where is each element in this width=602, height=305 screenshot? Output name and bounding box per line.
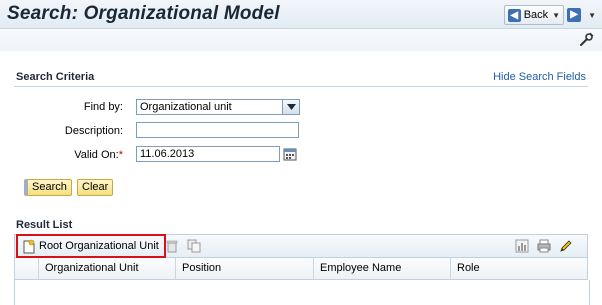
title-bar: Search: Organizational Model ◀ Back ▼ ▶ … [0,0,602,29]
valid-on-field[interactable]: 11.06.2013 [136,146,280,162]
result-list-toolbar: Root Organizational Unit [14,234,588,258]
row-selector-column[interactable] [15,258,38,279]
wrench-icon[interactable] [578,32,594,48]
description-label: Description: [64,125,123,137]
calendar-icon[interactable] [283,147,297,161]
find-by-select[interactable]: Organizational unit [136,99,300,115]
find-by-label: Find by: [83,101,123,113]
print-icon[interactable] [537,239,551,253]
hide-search-fields-link[interactable]: Hide Search Fields [493,71,586,83]
divider [14,86,588,87]
navigation: ◀ Back ▼ ▶ ▼ [503,5,596,25]
chevron-down-icon[interactable]: ▼ [552,11,560,20]
valid-on-label-text: Valid On: [74,149,119,161]
find-by-dropdown-icon[interactable] [282,100,299,114]
personalize-strip [0,29,602,51]
root-organizational-unit-button[interactable]: Root Organizational Unit [16,234,166,258]
required-marker: * [118,149,123,161]
column-header-role[interactable]: Role [450,258,587,279]
valid-on-value: 11.06.2013 [140,148,195,160]
back-button[interactable]: ◀ Back ▼ [503,5,565,25]
description-input[interactable] [136,122,299,138]
root-button-label: Root Organizational Unit [39,240,159,252]
back-label: Back [523,9,549,21]
search-criteria-title: Search Criteria [16,71,95,83]
column-header-position[interactable]: Position [175,258,313,279]
result-table-body [14,280,590,305]
find-by-value: Organizational unit [140,101,232,113]
column-header-organizational-unit[interactable]: Organizational Unit [38,258,175,279]
forward-history-chevron-icon[interactable]: ▼ [588,11,596,20]
search-button[interactable]: Search [24,179,72,196]
result-list-title: Result List [16,219,73,231]
forward-arrow-icon[interactable]: ▶ [567,8,582,22]
new-document-icon [23,239,35,253]
delete-icon[interactable] [165,239,179,253]
copy-icon[interactable] [187,239,201,253]
chart-icon[interactable] [515,239,529,253]
clear-button[interactable]: Clear [77,179,114,196]
edit-pencil-icon[interactable] [559,239,573,253]
valid-on-label: Valid On:* [3,149,123,161]
result-table-header: Organizational Unit Position Employee Na… [14,258,588,280]
page-title: Search: Organizational Model [7,3,280,24]
back-arrow-icon: ◀ [507,8,521,22]
column-header-employee-name[interactable]: Employee Name [313,258,450,279]
